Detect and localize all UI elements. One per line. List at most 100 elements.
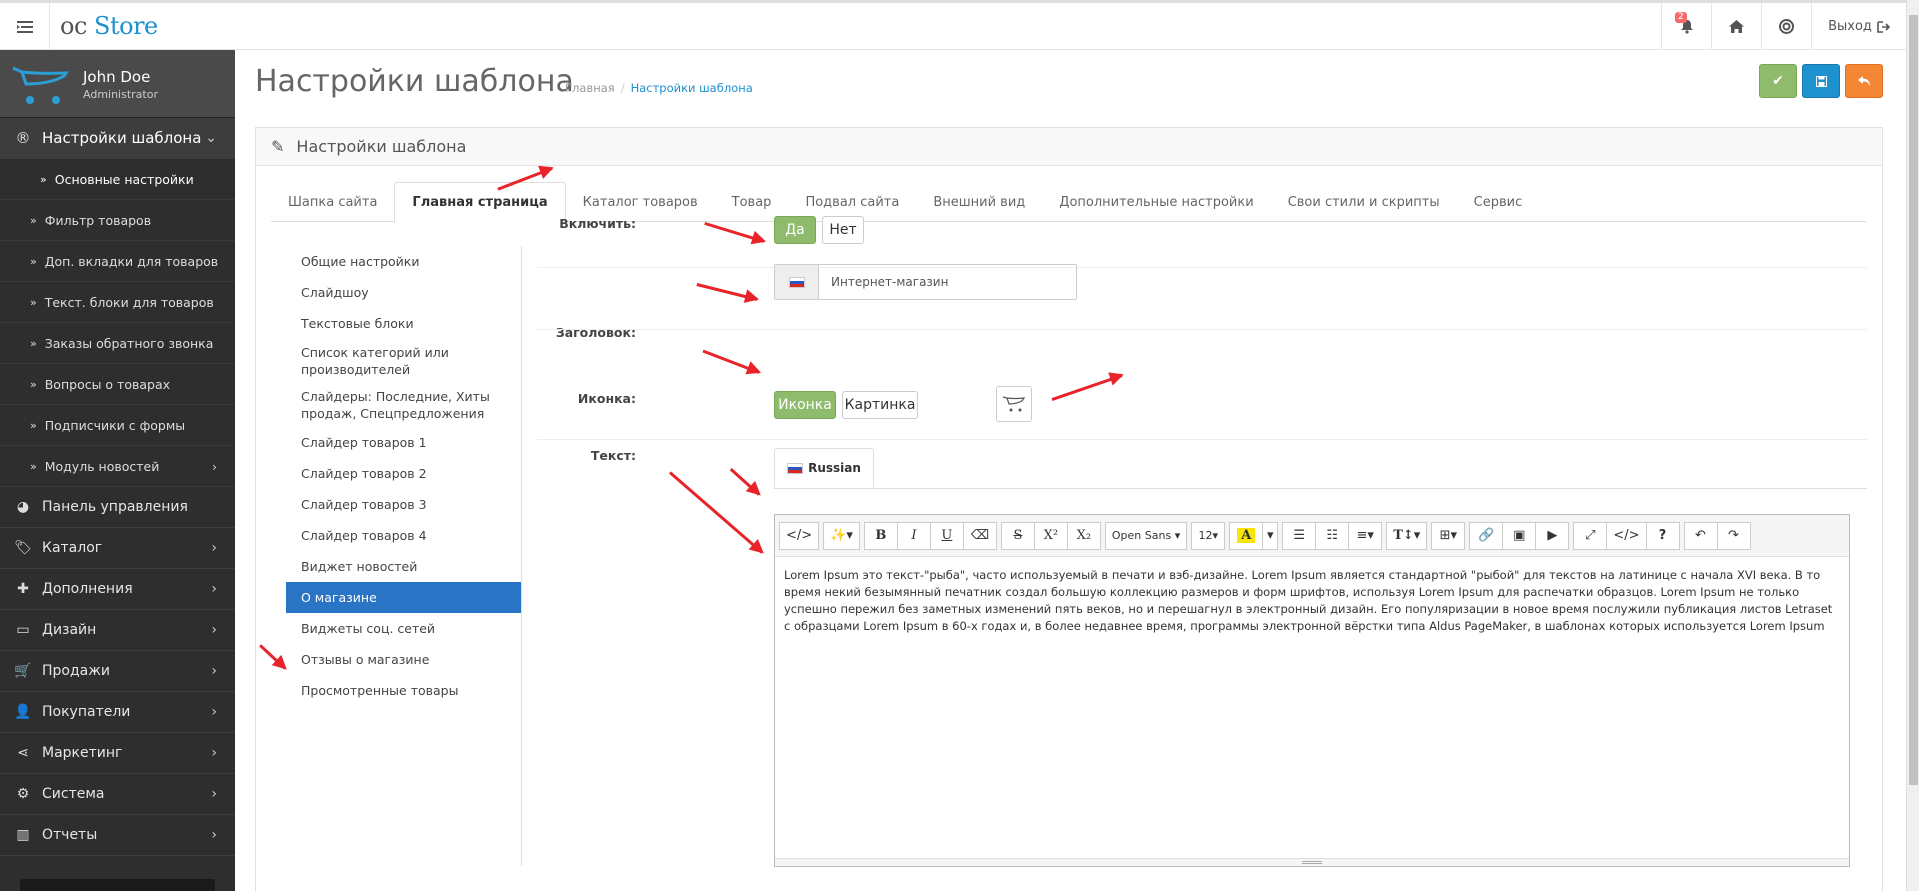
logout-button[interactable]: Выход — [1811, 3, 1906, 50]
section-nav-item[interactable]: Виджеты соц. сетей — [286, 613, 521, 644]
sidebar-item[interactable]: 👤 Покупатели › — [0, 692, 235, 733]
breadcrumb: Главная / Настройки шаблона — [565, 81, 753, 95]
row-divider — [537, 329, 1867, 330]
tab[interactable]: Внешний вид — [916, 182, 1042, 222]
code-view-button[interactable]: </> — [779, 521, 820, 550]
section-nav-item[interactable]: Слайдер товаров 3 — [286, 489, 521, 520]
sidebar-item[interactable]: ⚙ Система › — [0, 774, 235, 815]
magic-wand-button[interactable]: ✨▾ — [823, 521, 860, 550]
sidebar-subitem[interactable]: » Текст. блоки для товаров — [0, 282, 235, 323]
resize-handle[interactable] — [775, 858, 1849, 866]
line-height-button[interactable]: T↕▾ — [1386, 521, 1428, 550]
sidebar-item[interactable]: 🏷 Каталог › — [0, 528, 235, 569]
sidebar-item[interactable]: ▥ Отчеты › — [0, 815, 235, 856]
sidebar-subitem[interactable]: » Заказы обратного звонка — [0, 323, 235, 364]
video-button[interactable]: ▶ — [1535, 521, 1570, 550]
text-color-button[interactable]: A — [1229, 521, 1264, 550]
menu-toggle-button[interactable] — [0, 3, 50, 50]
italic-button[interactable]: I — [896, 521, 931, 550]
sidebar-item[interactable]: 🛒 Продажи › — [0, 651, 235, 692]
notifications-button[interactable]: 2 — [1661, 3, 1711, 50]
subscript-button[interactable]: X₂ — [1066, 521, 1101, 550]
section-nav-item[interactable]: Просмотренные товары — [286, 675, 521, 706]
sidebar-subitem-label: Текст. блоки для товаров — [44, 294, 214, 310]
superscript-button[interactable]: X² — [1033, 521, 1068, 550]
scrollbar-thumb[interactable] — [1909, 15, 1918, 785]
sidebar-subitem[interactable]: » Фильтр товаров — [0, 200, 235, 241]
underline-button[interactable]: U — [929, 521, 964, 550]
section-nav-item[interactable]: Список категорий или производителей — [286, 339, 521, 383]
image-button[interactable]: ▣ — [1502, 521, 1537, 550]
sidebar-item[interactable]: ⋖ Маркетинг › — [0, 733, 235, 774]
save-button[interactable] — [1802, 64, 1840, 98]
logo[interactable]: oc Store — [60, 12, 158, 40]
section-nav-item[interactable]: Слайдер товаров 1 — [286, 427, 521, 458]
table-button[interactable]: ⊞▾ — [1431, 521, 1466, 550]
help-button[interactable]: ? — [1645, 521, 1680, 550]
logout-label: Выход — [1828, 19, 1872, 34]
redo-button[interactable]: ↷ — [1716, 521, 1751, 550]
undo-button[interactable]: ↶ — [1683, 521, 1718, 550]
user-profile[interactable]: John Doe Administrator — [0, 50, 235, 118]
tab[interactable]: Дополнительные настройки — [1042, 182, 1270, 222]
sidebar-subitem[interactable]: » Доп. вкладки для товаров — [0, 241, 235, 282]
color-dropdown-button[interactable]: ▾ — [1262, 521, 1279, 550]
section-nav-item[interactable]: Слайдеры: Последние, Хиты продаж, Спецпр… — [286, 383, 521, 427]
font-family-select[interactable]: Open Sans ▾ — [1104, 521, 1188, 550]
sidebar-item-label: Маркетинг — [42, 745, 123, 761]
chevron-right-icon: › — [211, 786, 217, 802]
section-nav-item[interactable]: Виджет новостей — [286, 551, 521, 582]
section-nav-item[interactable]: О магазине — [286, 582, 521, 613]
sidebar-item[interactable]: ▭ Дизайн › — [0, 610, 235, 651]
sidebar-subitem[interactable]: » Модуль новостей › — [0, 446, 235, 487]
tab[interactable]: Шапка сайта — [271, 182, 394, 222]
chevron-right-icon: › — [211, 581, 217, 597]
section-nav-item[interactable]: Текстовые блоки — [286, 308, 521, 339]
apply-button[interactable]: ✔ — [1759, 64, 1797, 98]
hamburger-icon — [16, 20, 33, 33]
bold-button[interactable]: B — [863, 521, 898, 550]
panel-header: ✎ Настройки шаблона — [256, 128, 1882, 166]
help-button[interactable] — [1761, 3, 1811, 50]
user-name: John Doe — [83, 68, 151, 86]
link-button[interactable]: 🔗 — [1469, 521, 1504, 550]
tab[interactable]: Сервис — [1457, 182, 1540, 222]
sidebar-item-label: Каталог — [42, 540, 103, 556]
icon-picker-button[interactable] — [996, 386, 1032, 422]
icon-option-icon-button[interactable]: Иконка — [774, 391, 836, 419]
chevron-right-icon: › — [211, 663, 217, 679]
sidebar-item[interactable]: ◕ Панель управления — [0, 487, 235, 528]
sidebar-subitem[interactable]: » Основные настройки — [0, 159, 235, 200]
align-button[interactable]: ≡▾ — [1348, 521, 1383, 550]
row-divider — [537, 439, 1867, 440]
section-nav-item[interactable]: Общие настройки — [286, 246, 521, 277]
strikethrough-button[interactable]: S — [1000, 521, 1035, 550]
heading-input[interactable]: Интернет-магазин — [819, 265, 948, 299]
section-nav-item[interactable]: Отзывы о магазине — [286, 644, 521, 675]
section-nav-item[interactable]: Слайдер товаров 2 — [286, 458, 521, 489]
fullscreen-button[interactable]: ⤢ — [1573, 521, 1608, 550]
user-icon: 👤 — [14, 704, 32, 720]
home-button[interactable] — [1711, 3, 1761, 50]
back-button[interactable] — [1845, 64, 1883, 98]
eraser-button[interactable]: ⌫ — [962, 521, 997, 550]
bullet-list-button[interactable]: ☰ — [1282, 521, 1317, 550]
breadcrumb-home[interactable]: Главная — [565, 81, 615, 95]
sidebar-subitem[interactable]: » Вопросы о товарах — [0, 364, 235, 405]
numbered-list-button[interactable]: ☷ — [1315, 521, 1350, 550]
sidebar-item-template-settings[interactable]: ® Настройки шаблона ⌄ — [0, 118, 235, 159]
section-nav-item[interactable]: Слайдшоу — [286, 277, 521, 308]
tab[interactable]: Свои стили и скрипты — [1271, 182, 1457, 222]
font-size-select[interactable]: 12 ▾ — [1191, 521, 1226, 550]
breadcrumb-current[interactable]: Настройки шаблона — [631, 81, 753, 95]
sidebar-item[interactable]: ✚ Дополнения › — [0, 569, 235, 610]
sidebar-subitem[interactable]: » Подписчики с формы — [0, 405, 235, 446]
editor-content[interactable]: Lorem Ipsum это текст-"рыба", часто испо… — [775, 557, 1849, 645]
enable-yes-button[interactable]: Да — [774, 216, 816, 244]
section-nav-item[interactable]: Слайдер товаров 4 — [286, 520, 521, 551]
icon-option-image-button[interactable]: Картинка — [842, 391, 918, 419]
page-scrollbar[interactable] — [1906, 0, 1919, 891]
language-tab-russian[interactable]: Russian — [774, 448, 874, 488]
source-button[interactable]: </> — [1606, 521, 1647, 550]
enable-no-button[interactable]: Нет — [822, 216, 864, 244]
